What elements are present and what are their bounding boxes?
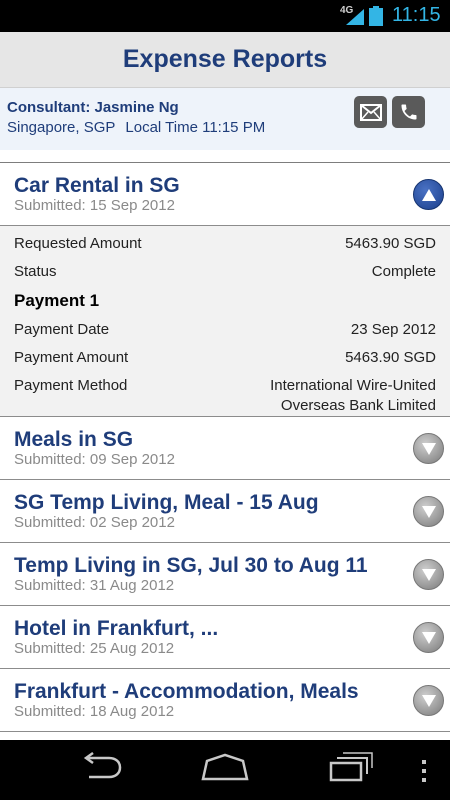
report-submitted-date: Submitted: 31 Aug 2012	[14, 577, 175, 594]
detail-label: Payment Date	[14, 321, 110, 338]
report-title: Frankfurt - Accommodation, Meals	[14, 680, 359, 703]
chevron-down-icon	[421, 568, 436, 581]
detail-label: Status	[14, 263, 57, 280]
report-item[interactable]: SG Temp Living, Meal - 15 Aug Submitted:…	[0, 480, 450, 543]
home-icon	[201, 753, 249, 781]
page-title: Expense Reports	[122, 45, 328, 73]
mail-icon	[359, 103, 382, 121]
chevron-down-icon	[421, 442, 436, 455]
navigation-bar	[0, 740, 450, 800]
detail-label: Requested Amount	[14, 235, 142, 252]
overflow-menu-icon	[422, 760, 426, 782]
report-item[interactable]: Hotel in Frankfurt, ... Submitted: 25 Au…	[0, 606, 450, 669]
report-title: Car Rental in SG	[14, 174, 180, 197]
payment-heading: Payment 1	[14, 291, 100, 310]
chevron-down-icon	[421, 631, 436, 644]
report-submitted-date: Submitted: 25 Aug 2012	[14, 640, 175, 657]
detail-row: Payment Method International Wire-United…	[14, 372, 436, 414]
status-bar: 4G 11:15	[0, 0, 450, 32]
report-item[interactable]: Frankfurt - Accommodation, Meals Submitt…	[0, 669, 450, 732]
report-item[interactable]: Car Rental in SG Submitted: 15 Sep 2012	[0, 163, 450, 226]
consultant-local-time: Local Time 11:15 PM	[125, 119, 266, 136]
detail-row: Status Complete	[14, 258, 436, 286]
recents-button[interactable]	[328, 752, 374, 787]
report-title: SG Temp Living, Meal - 15 Aug	[14, 491, 319, 514]
detail-row: Requested Amount 5463.90 SGD	[14, 230, 436, 258]
detail-label: Payment Method	[14, 377, 128, 394]
report-submitted-date: Submitted: 18 Aug 2012	[14, 703, 175, 720]
status-clock: 11:15	[392, 4, 441, 26]
overflow-menu-button[interactable]	[420, 760, 428, 787]
report-title: Meals in SG	[14, 428, 134, 451]
phone-icon	[401, 104, 416, 120]
expand-button[interactable]	[413, 433, 444, 464]
back-button[interactable]	[77, 751, 123, 787]
chevron-down-icon	[421, 505, 436, 518]
detail-row: Payment Date 23 Sep 2012	[14, 316, 436, 344]
detail-value: International Wire-United Overseas Bank …	[270, 376, 436, 416]
report-submitted-date: Submitted: 15 Sep 2012	[14, 197, 175, 214]
expand-button[interactable]	[413, 496, 444, 527]
detail-value: 5463.90 SGD	[345, 349, 436, 366]
consultant-panel: Consultant: Jasmine Ng Singapore, SGP Loc…	[0, 88, 450, 150]
email-button[interactable]	[354, 96, 387, 128]
report-submitted-date: Submitted: 09 Sep 2012	[14, 451, 175, 468]
report-item[interactable]: Temp Living in SG, Jul 30 to Aug 11 Subm…	[0, 543, 450, 606]
report-details: Requested Amount 5463.90 SGD Status Comp…	[0, 226, 450, 417]
chevron-down-icon	[421, 694, 436, 707]
report-submitted-date: Submitted: 02 Sep 2012	[14, 514, 175, 531]
expand-button[interactable]	[413, 622, 444, 653]
back-icon	[83, 751, 122, 779]
collapse-button[interactable]	[413, 179, 444, 210]
report-title: Temp Living in SG, Jul 30 to Aug 11	[14, 554, 368, 577]
app-content: Expense Reports Consultant: Jasmine Ng S…	[0, 32, 450, 740]
report-item[interactable]: Meals in SG Submitted: 09 Sep 2012	[0, 417, 450, 480]
expand-button[interactable]	[413, 559, 444, 590]
battery-icon	[369, 6, 383, 26]
payment-method-line: Overseas Bank Limited	[280, 397, 436, 414]
chevron-up-icon	[421, 188, 436, 201]
title-bar: Expense Reports	[0, 32, 450, 88]
report-title: Hotel in Frankfurt, ...	[14, 617, 219, 640]
detail-value: Complete	[371, 263, 436, 280]
signal-icon	[346, 9, 364, 25]
detail-value: 23 Sep 2012	[350, 321, 436, 338]
home-button[interactable]	[201, 752, 249, 787]
detail-row: Payment Amount 5463.90 SGD	[14, 344, 436, 372]
payment-method-line: International Wire-United	[270, 377, 436, 394]
recents-icon	[329, 752, 373, 782]
detail-value: 5463.90 SGD	[345, 235, 436, 252]
consultant-location: Singapore, SGP	[7, 119, 116, 136]
section-gap	[0, 150, 450, 163]
expand-button[interactable]	[413, 685, 444, 716]
detail-label: Payment Amount	[14, 349, 129, 366]
call-button[interactable]	[392, 96, 425, 128]
